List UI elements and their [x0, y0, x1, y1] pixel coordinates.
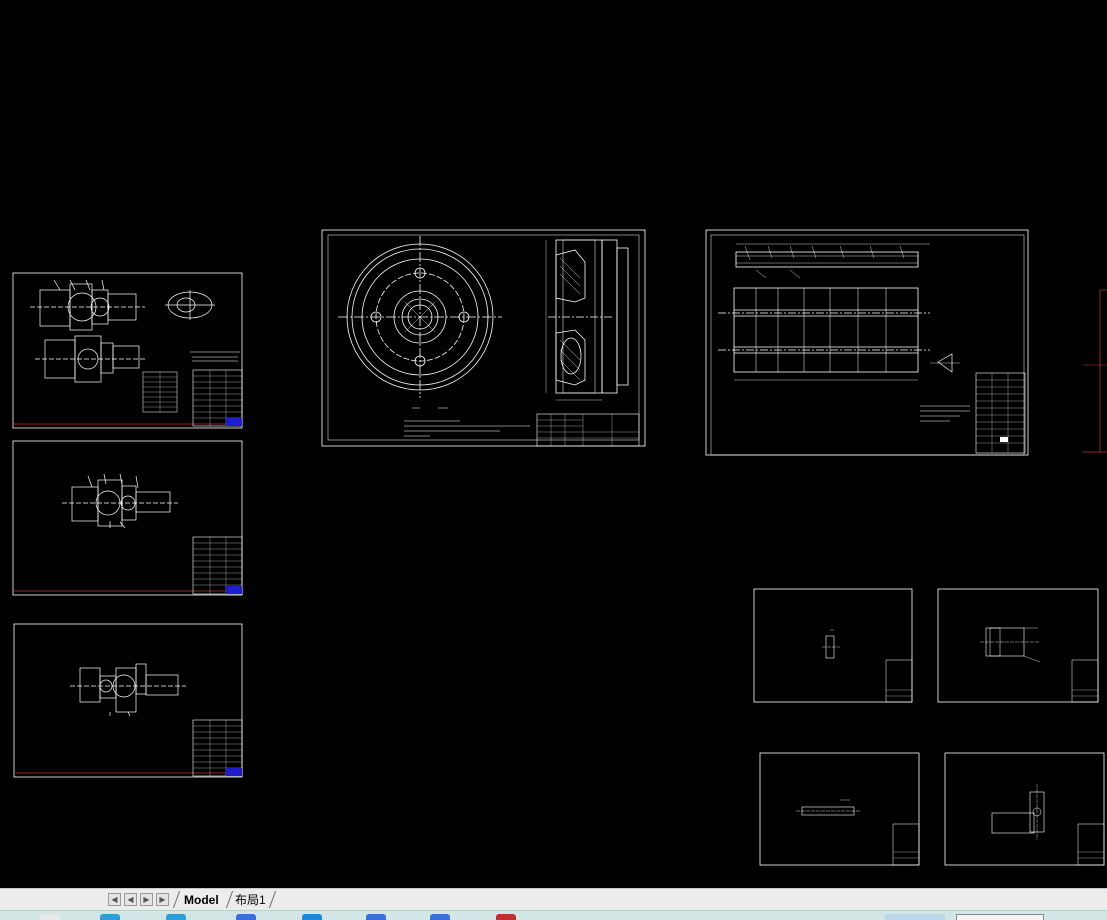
tab-layout1[interactable]: 布局1	[235, 891, 266, 909]
app-icon-1[interactable]	[40, 914, 60, 920]
drawing-sheet-partial-right[interactable]	[1083, 289, 1107, 453]
layout-tab-bar: ◀ ◀ ▶ ▶ Model 布局1	[0, 888, 1107, 910]
app-icon-3[interactable]	[166, 914, 186, 920]
drawing-sheet-part-2[interactable]	[937, 588, 1099, 703]
app-icon-4[interactable]	[236, 914, 256, 920]
app-icon-2[interactable]	[100, 914, 120, 920]
drawing-sheet-part-4[interactable]	[944, 752, 1105, 866]
drawing-sheet-shaft-assembly-2[interactable]	[12, 440, 243, 596]
tab-divider	[172, 891, 181, 908]
tab-divider	[268, 891, 277, 908]
tab-model[interactable]: Model	[184, 891, 219, 909]
drawing-sheet-shaft-assembly-3[interactable]	[13, 623, 243, 778]
drawing-sheet-part-1[interactable]	[753, 588, 913, 703]
taskbar-search-box[interactable]	[956, 914, 1044, 920]
model-space-canvas[interactable]	[0, 0, 1107, 888]
taskbar	[0, 910, 1107, 920]
first-layout-button[interactable]: ◀	[108, 893, 121, 906]
app-icon-5[interactable]	[302, 914, 322, 920]
next-layout-button[interactable]: ▶	[140, 893, 153, 906]
active-window-indicator[interactable]	[885, 914, 945, 920]
app-icon-7[interactable]	[430, 914, 450, 920]
drawing-sheet-frame[interactable]	[705, 229, 1029, 456]
app-icon-6[interactable]	[366, 914, 386, 920]
previous-layout-button[interactable]: ◀	[124, 893, 137, 906]
drawing-sheet-part-3[interactable]	[759, 752, 920, 866]
drawing-sheet-wheel[interactable]	[321, 229, 646, 447]
tab-divider	[225, 891, 234, 908]
app-icon-8[interactable]	[496, 914, 516, 920]
last-layout-button[interactable]: ▶	[156, 893, 169, 906]
drawing-sheet-shaft-assembly-1[interactable]	[12, 272, 243, 429]
